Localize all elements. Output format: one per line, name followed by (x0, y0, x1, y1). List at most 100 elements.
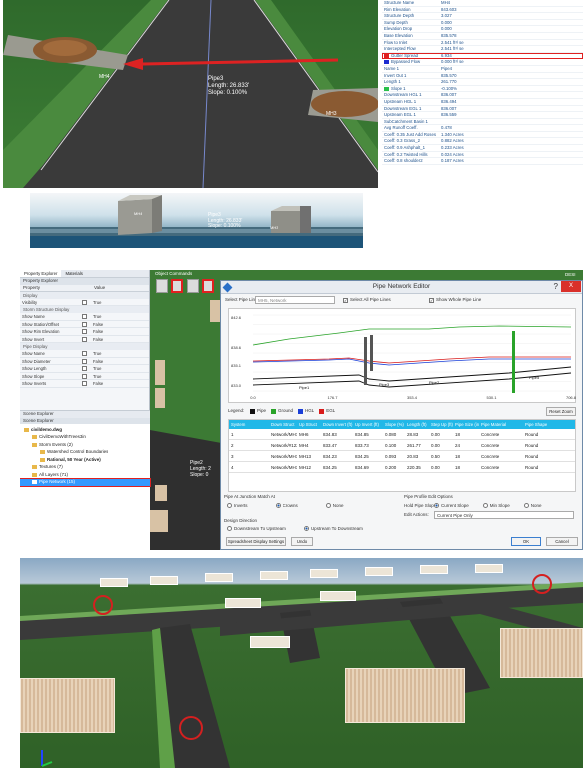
property-checkbox[interactable] (80, 380, 91, 387)
radio-option[interactable]: Current Slope (434, 503, 469, 510)
radio-option[interactable]: Min Slope (482, 503, 510, 510)
radio-button[interactable] (434, 503, 439, 509)
tree-node[interactable]: Textures (7) (20, 464, 150, 472)
grid-row[interactable]: 2 Network/#1221025.cdxMH4 833.47 833.73 0.10… (229, 440, 575, 451)
checkbox-box[interactable]: ✓ (82, 366, 87, 371)
object-command-save-icon[interactable] (171, 279, 183, 293)
pipe-line-dropdown[interactable]: MH5, Network (255, 296, 335, 304)
property-checkbox[interactable] (80, 328, 91, 335)
radio-button[interactable] (303, 526, 309, 532)
object-command-lock-icon[interactable] (156, 279, 168, 293)
grid-column-header[interactable]: Pipe Shape (523, 420, 547, 429)
tab-property-explorer[interactable]: Property Explorer (20, 270, 62, 277)
property-value: True (93, 366, 102, 371)
radio-option[interactable]: None (325, 503, 344, 510)
radio-option[interactable]: Crowns (275, 503, 298, 510)
checkbox-box[interactable] (82, 358, 87, 364)
grid-cell[interactable]: 24 (453, 440, 479, 450)
radio-button[interactable] (227, 526, 232, 532)
tree-node[interactable]: CivilDemoWithTrees3in (20, 434, 150, 442)
grid-cell[interactable]: 18 (453, 462, 479, 472)
radio-option[interactable]: Downstream To Upstream (227, 526, 286, 533)
grid-cell[interactable]: Concrete (479, 440, 523, 450)
grid-cell[interactable]: Round (523, 429, 547, 439)
grid-cell[interactable]: 18 (453, 429, 479, 439)
radio-button[interactable] (325, 503, 331, 509)
checkbox-box[interactable]: ✓ (82, 373, 87, 379)
grid-row[interactable]: 3 Network/MH14MH13 834.23 834.25 0.093 20.83 0… (229, 451, 575, 462)
grid-cell[interactable]: 0.50 (429, 451, 453, 461)
viewport-3d-aerial[interactable] (20, 558, 583, 768)
grid-cell[interactable]: Round (523, 451, 547, 461)
property-checkbox[interactable]: ✓ (80, 299, 91, 306)
grid-column-header[interactable]: Pipe Material (479, 420, 523, 429)
grid-cell[interactable]: Round (523, 440, 547, 450)
tree-node[interactable]: Rational, 50 Year (Active) (20, 456, 150, 464)
property-checkbox[interactable]: ✓ (80, 373, 91, 380)
property-group-header[interactable]: Display (20, 291, 149, 299)
property-checkbox[interactable]: ✓ (80, 350, 91, 357)
property-checkbox[interactable]: ✓ (80, 313, 91, 320)
viewport-3d-profile[interactable]: MH4 MH3 Pipe3 Length: 26.833' Slope: 0.1… (30, 193, 363, 248)
spreadsheet-settings-button[interactable]: Spreadsheet Display Settings (226, 537, 286, 546)
checkbox-box[interactable]: ✓ (82, 314, 87, 319)
show-whole-checkbox[interactable]: ✓ (429, 298, 434, 303)
property-checkbox[interactable] (80, 321, 91, 328)
property-group-header[interactable]: Storm Structure Display (20, 306, 149, 313)
tree-node[interactable]: All Layers (71) (20, 471, 150, 479)
close-button[interactable]: X (561, 281, 581, 292)
object-command-folder-icon[interactable] (187, 279, 199, 293)
grid-cell[interactable]: Round (523, 462, 547, 472)
grid-cell[interactable]: Concrete (479, 429, 523, 439)
property-checkbox[interactable] (80, 336, 91, 343)
property-group-header[interactable]: Pipe Display (20, 343, 149, 350)
radio-button[interactable] (482, 503, 488, 509)
radio-button[interactable] (275, 503, 281, 509)
grid-column-header[interactable]: Up Invert (ft) (353, 420, 383, 429)
checkbox-box[interactable] (82, 329, 87, 334)
grid-cell[interactable]: 0.00 (429, 440, 453, 450)
grid-column-header[interactable]: Down Invert (ft) (321, 420, 353, 429)
grid-cell[interactable]: Concrete (479, 451, 523, 461)
checkbox-box[interactable] (82, 336, 87, 342)
edit-actions-dropdown[interactable]: Current Pipe Only (434, 511, 574, 519)
tree-node[interactable]: Storm Events (2) (20, 441, 150, 449)
radio-option[interactable]: Upstream To Downstream (303, 526, 363, 533)
grid-row[interactable]: 1 Network/MH7 MH6 834.83 834.85 0.080 28.83 0.0… (229, 429, 575, 440)
radio-option[interactable]: None (523, 503, 542, 510)
checkbox-box[interactable] (82, 321, 87, 327)
reset-zoom-button[interactable]: Reset Zoom (546, 407, 576, 416)
radio-button[interactable] (227, 503, 232, 509)
grid-row[interactable]: 4 Network/MH13MH12 834.25 834.69 0.200 220.35… (229, 462, 575, 473)
grid-cell[interactable]: Concrete (479, 462, 523, 472)
select-all-checkbox[interactable]: ✓ (343, 298, 348, 303)
object-command-edit-icon[interactable] (202, 279, 214, 293)
grid-column-header[interactable]: Pipe Size (in) (453, 420, 479, 429)
radio-button[interactable] (523, 503, 529, 509)
tab-materials[interactable]: Materials (61, 270, 86, 277)
profile-chart[interactable]: 842.6 838.6 835.1 833.0 0.0 176.7 353.4 530.1 70… (228, 308, 577, 403)
tree-node[interactable]: civildemo.dwg (20, 426, 150, 434)
help-button[interactable]: ? (554, 282, 558, 291)
tree-node[interactable]: Watershed Control Boundaries (20, 449, 150, 457)
checkbox-box[interactable] (82, 381, 87, 386)
grid-column-header[interactable]: Up Struct (297, 420, 321, 429)
grid-cell[interactable]: 0.00 (429, 429, 453, 439)
viewport-3d-top[interactable]: MH4 MH3 Pipe3 Length: 26.833' Slope: 0.1… (3, 0, 378, 188)
radio-option[interactable]: Inverts (227, 503, 248, 510)
cancel-button[interactable]: Cancel (546, 537, 578, 546)
checkbox-box[interactable]: ✓ (82, 351, 87, 356)
property-checkbox[interactable]: ✓ (80, 365, 91, 372)
grid-column-header[interactable]: Down Struct (269, 420, 297, 429)
checkbox-box[interactable]: ✓ (82, 299, 87, 305)
tree-node[interactable]: Pipe Network (15) (20, 477, 151, 487)
grid-column-header[interactable]: System (229, 420, 269, 429)
grid-cell[interactable]: 18 (453, 451, 479, 461)
grid-column-header[interactable]: Slope (%) (383, 420, 405, 429)
grid-column-header[interactable]: Length (ft) (405, 420, 429, 429)
grid-cell[interactable]: 0.00 (429, 462, 453, 472)
grid-column-header[interactable]: Step Up (ft) (429, 420, 453, 429)
ok-button[interactable]: OK (511, 537, 541, 546)
property-checkbox[interactable] (80, 358, 91, 365)
undo-button[interactable]: Undo (291, 537, 313, 546)
